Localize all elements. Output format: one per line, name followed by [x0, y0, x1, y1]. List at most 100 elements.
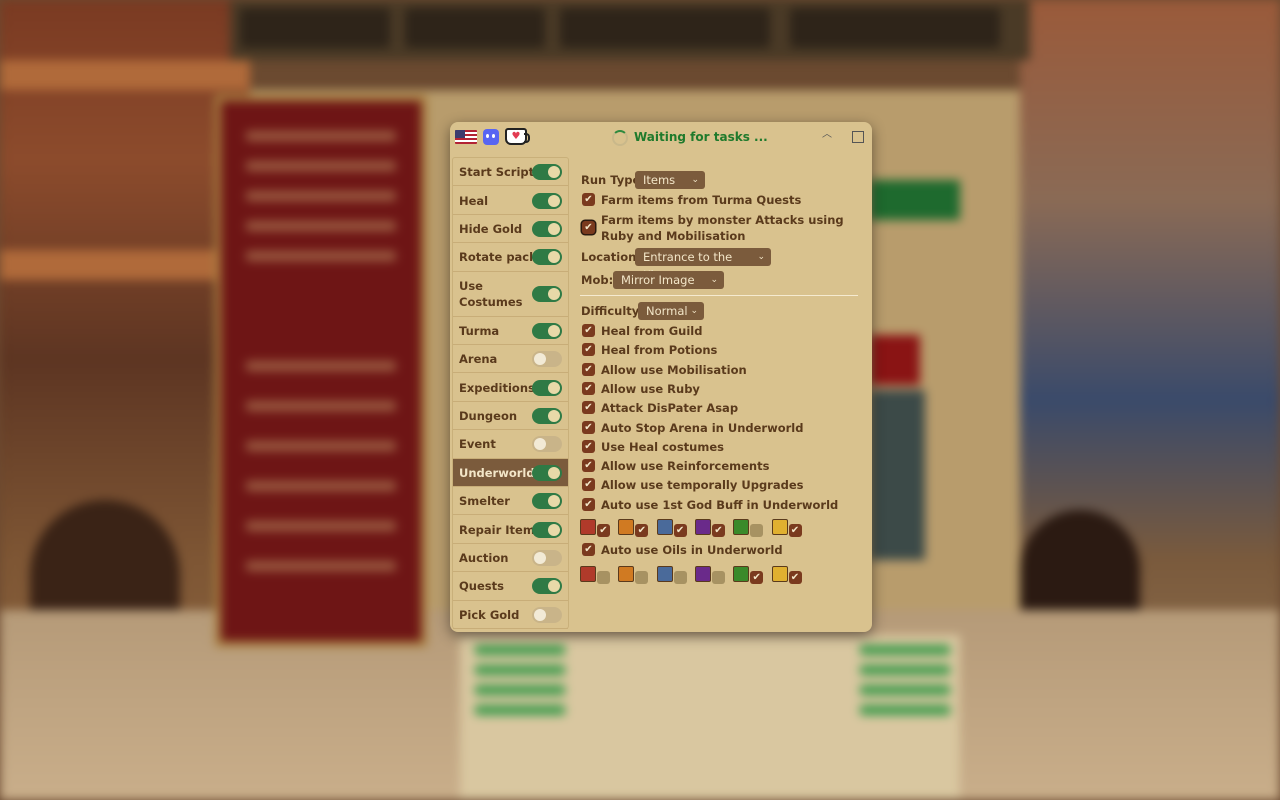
location-label: Location:: [581, 250, 641, 264]
option-checkbox[interactable]: ✔: [582, 401, 595, 415]
mob-select[interactable]: Mirror Image ⌄: [613, 271, 724, 289]
chevron-down-icon: ⌄: [691, 175, 699, 185]
option-row[interactable]: ✔ Allow use Mobilisation: [580, 362, 865, 379]
option-checkbox[interactable]: ✔: [582, 381, 595, 395]
sidebar-item[interactable]: Dungeon: [453, 402, 568, 431]
buff-checkbox[interactable]: ✔: [750, 571, 764, 584]
buff-checkbox[interactable]: ✔: [711, 524, 725, 537]
sidebar-toggle[interactable]: [532, 351, 562, 368]
sidebar-toggle[interactable]: [532, 521, 562, 538]
sidebar-item[interactable]: Smelter: [453, 487, 568, 516]
farm-monster-row[interactable]: ✔ Farm items by monster Attacks using Ru…: [580, 212, 865, 246]
kofi-icon[interactable]: ♥: [505, 128, 530, 145]
sidebar-toggle[interactable]: [532, 379, 562, 396]
sidebar-item[interactable]: Pick Gold: [453, 601, 568, 629]
sidebar-toggle[interactable]: [532, 436, 562, 453]
sidebar-item[interactable]: Underworld: [453, 458, 568, 487]
toggle-knob: [534, 608, 546, 621]
sidebar-item[interactable]: Start Script: [453, 158, 568, 187]
option-label: Allow use Mobilisation: [601, 362, 747, 377]
buff-checkbox[interactable]: [673, 571, 687, 584]
sidebar-item[interactable]: Rotate packs: [453, 243, 568, 272]
option-row[interactable]: ✔ Allow use Ruby: [580, 381, 865, 398]
sidebar-item[interactable]: Heal: [453, 186, 568, 215]
buff-checkbox[interactable]: [635, 571, 649, 584]
sidebar-item[interactable]: Turma: [453, 317, 568, 345]
buff-checkbox[interactable]: ✔: [597, 524, 610, 537]
sidebar-item-label: Smelter: [459, 494, 510, 509]
sidebar-toggle[interactable]: [532, 549, 562, 566]
location-select[interactable]: Entrance to the King... ⌄: [635, 248, 771, 282]
difficulty-select[interactable]: Normal ⌄: [638, 302, 704, 320]
sidebar-item[interactable]: Hide Gold: [453, 215, 568, 244]
sidebar-toggle[interactable]: [532, 407, 562, 424]
farm-turma-row[interactable]: ✔ Farm items from Turma Quests: [580, 192, 865, 209]
buff-checkbox[interactable]: ✔: [788, 571, 802, 584]
toggle-knob: [534, 353, 546, 366]
buff-checkbox[interactable]: ✔: [635, 524, 649, 537]
run-type-select[interactable]: Items ⌄: [635, 171, 705, 189]
option-checkbox[interactable]: ✔: [582, 324, 595, 337]
bot-window: ♥ Waiting for tasks ... ︿ Start Script He…: [450, 122, 872, 632]
toggle-knob: [548, 523, 560, 536]
buff-checkbox[interactable]: ✔: [788, 524, 802, 537]
sidebar-toggle[interactable]: [532, 493, 562, 510]
collapse-chevron-icon[interactable]: ︿: [820, 128, 834, 142]
oils-row[interactable]: ✔ Auto use Oils in Underworld: [580, 542, 865, 559]
sidebar-toggle[interactable]: [532, 286, 562, 303]
option-row[interactable]: ✔ Auto use 1st God Buff in Underworld: [580, 497, 865, 514]
buff-checkbox[interactable]: [711, 571, 725, 584]
sidebar-item[interactable]: Expeditions: [453, 373, 568, 402]
sidebar-item[interactable]: Use Costumes: [453, 272, 568, 317]
farm-turma-checkbox[interactable]: ✔: [582, 193, 595, 206]
sidebar-item[interactable]: Repair Items: [453, 515, 568, 544]
toggle-knob: [548, 495, 560, 508]
option-checkbox[interactable]: ✔: [582, 343, 595, 357]
option-row[interactable]: ✔ Use Heal costumes: [580, 439, 865, 456]
sidebar-toggle[interactable]: [532, 322, 562, 339]
option-row[interactable]: ✔ Heal from Potions: [580, 342, 865, 359]
option-checkbox[interactable]: ✔: [582, 497, 595, 511]
sidebar-item[interactable]: Arena: [453, 345, 568, 374]
buff-checkbox[interactable]: [750, 524, 764, 537]
chevron-down-icon: ⌄: [710, 275, 718, 285]
us-flag-icon[interactable]: [455, 130, 477, 144]
sidebar-toggle[interactable]: [532, 249, 562, 266]
sidebar-toggle[interactable]: [532, 606, 562, 623]
sidebar-toggle[interactable]: [532, 464, 562, 481]
discord-icon[interactable]: [483, 129, 499, 145]
buff-checkbox[interactable]: [597, 571, 610, 584]
option-row[interactable]: ✔ Attack DisPater Asap: [580, 400, 865, 417]
option-checkbox[interactable]: ✔: [582, 420, 595, 434]
sidebar-item-label: Arena: [459, 352, 498, 367]
buff-checkbox[interactable]: ✔: [673, 524, 687, 537]
underworld-settings: Run Type Items ⌄ ✔ Farm items from Turma…: [580, 157, 865, 627]
option-row[interactable]: ✔ Allow use Reinforcements: [580, 458, 865, 475]
option-checkbox[interactable]: ✔: [582, 459, 595, 473]
option-row[interactable]: ✔ Allow use temporally Upgrades: [580, 477, 865, 494]
diana-icon: [656, 519, 673, 535]
toggle-knob: [534, 438, 546, 451]
sidebar-item-label: Pick Gold: [459, 607, 520, 622]
option-checkbox[interactable]: ✔: [582, 439, 595, 453]
title-bar[interactable]: ♥ Waiting for tasks ... ︿: [450, 122, 872, 152]
sidebar-item-label: Hide Gold: [459, 221, 523, 236]
option-row[interactable]: ✔ Auto Stop Arena in Underworld: [580, 420, 865, 437]
sidebar-toggle[interactable]: [532, 220, 562, 237]
sidebar-toggle[interactable]: [532, 578, 562, 595]
toggle-knob: [548, 324, 560, 337]
sidebar-toggle[interactable]: [532, 192, 562, 209]
sidebar-item-label: Expeditions: [459, 380, 535, 395]
sidebar-toggle[interactable]: [532, 164, 562, 181]
oils-checkbox[interactable]: ✔: [582, 543, 595, 556]
option-checkbox[interactable]: ✔: [582, 362, 595, 376]
sidebar-item-label: Start Script: [459, 165, 535, 180]
farm-monster-checkbox[interactable]: ✔: [582, 221, 595, 234]
option-row[interactable]: ✔ Heal from Guild: [580, 323, 865, 340]
maximize-icon[interactable]: [852, 131, 864, 143]
sidebar-item[interactable]: Auction: [453, 544, 568, 573]
option-checkbox[interactable]: ✔: [582, 478, 595, 492]
sidebar-item[interactable]: Event: [453, 430, 568, 459]
sidebar: Start Script Heal Hide Gold Rotate packs Use…: [452, 157, 569, 629]
sidebar-item[interactable]: Quests: [453, 572, 568, 601]
